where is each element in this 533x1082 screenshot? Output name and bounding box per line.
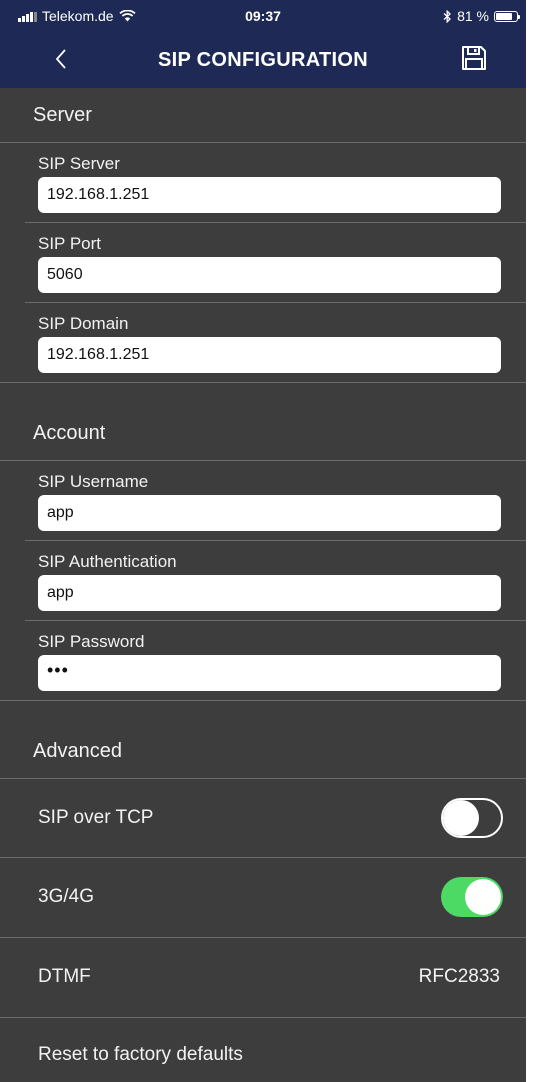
sip-server-input[interactable] (38, 177, 501, 213)
bluetooth-icon (443, 9, 452, 23)
sip-over-tcp-toggle[interactable] (441, 798, 503, 838)
sip-domain-input[interactable] (38, 337, 501, 373)
sip-username-label: SIP Username (38, 472, 149, 491)
toggle-knob (465, 879, 501, 915)
phone-screen: Telekom.de 09:37 81 % SIP CONFIGURATION (0, 0, 526, 1082)
divider (0, 142, 526, 143)
dtmf-label: DTMF (38, 966, 91, 987)
battery-fill (496, 12, 512, 20)
sip-over-tcp-label: SIP over TCP (38, 807, 154, 828)
status-bar: Telekom.de 09:37 81 % (0, 0, 526, 32)
divider (0, 700, 526, 701)
sip-password-input[interactable]: ••• (38, 655, 501, 691)
page-title: SIP CONFIGURATION (158, 49, 368, 71)
password-mask: ••• (47, 660, 69, 680)
mobile-data-row: 3G/4G (0, 858, 526, 936)
section-title-advanced: Advanced (33, 740, 122, 762)
sip-domain-label: SIP Domain (38, 314, 129, 333)
toggle-knob (443, 800, 479, 836)
divider (25, 222, 526, 223)
divider (0, 460, 526, 461)
sip-username-input[interactable] (38, 495, 501, 531)
reset-factory-defaults-row[interactable]: Reset to factory defaults (0, 1018, 526, 1082)
dtmf-value: RFC2833 (418, 966, 500, 987)
sip-password-label: SIP Password (38, 632, 145, 651)
reset-factory-defaults-label: Reset to factory defaults (38, 1044, 243, 1065)
navigation-bar: SIP CONFIGURATION (0, 32, 526, 88)
section-title-server: Server (33, 104, 92, 126)
divider (25, 620, 526, 621)
mobile-data-label: 3G/4G (38, 886, 94, 907)
mobile-data-toggle[interactable] (441, 877, 503, 917)
battery-icon (494, 10, 520, 22)
sip-port-label: SIP Port (38, 234, 101, 253)
save-icon (462, 46, 486, 70)
screen-edge (526, 0, 533, 1082)
sip-port-input[interactable] (38, 257, 501, 293)
sip-authentication-label: SIP Authentication (38, 552, 177, 571)
divider (25, 540, 526, 541)
divider (0, 382, 526, 383)
sip-authentication-input[interactable] (38, 575, 501, 611)
status-right: 81 % (443, 8, 520, 24)
sip-over-tcp-row: SIP over TCP (0, 779, 526, 857)
save-button[interactable] (460, 44, 490, 76)
section-title-account: Account (33, 422, 106, 444)
divider (25, 302, 526, 303)
dtmf-row[interactable]: DTMF RFC2833 (0, 938, 526, 1016)
battery-percent: 81 % (457, 8, 489, 24)
sip-server-label: SIP Server (38, 154, 120, 173)
